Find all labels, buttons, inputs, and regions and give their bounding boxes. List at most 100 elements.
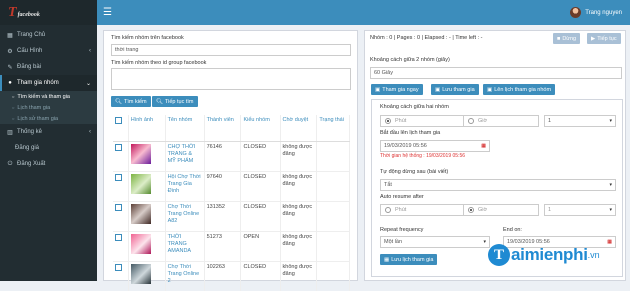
row-checkbox[interactable] <box>115 143 122 151</box>
autostop-select[interactable]: Tắt ▾ <box>380 179 616 191</box>
resume-button[interactable]: ▶ Tiếp tục <box>587 33 621 44</box>
between-count-value: 1 <box>548 118 552 124</box>
stop-icon: ■ <box>557 35 561 42</box>
system-time: Thời gian hệ thống : 19/03/2019 05:56 <box>380 153 466 159</box>
group-link[interactable]: Chợ Thời Trang Online A82 <box>168 204 200 224</box>
id-search-input[interactable] <box>111 68 351 90</box>
sidebar-subitem-history[interactable]: ○ Lịch sử tham gia <box>0 113 97 124</box>
between-label: Khoảng cách giữa hai nhóm <box>380 104 449 110</box>
sidebar-item-rate[interactable]: Đăng giá <box>0 140 97 156</box>
user-menu[interactable]: Trang nguyen <box>570 7 622 18</box>
row-checkbox[interactable] <box>115 263 122 271</box>
between-minute-input[interactable]: Phút <box>380 115 468 127</box>
continue-search-button[interactable]: 🔍︎ Tiếp tục tìm <box>152 96 198 107</box>
save-schedule-button[interactable]: ▦ Lưu lịch tham gia <box>380 254 438 265</box>
resume-hour-input[interactable]: Giờ <box>463 204 539 216</box>
start-datetime-input[interactable]: 19/03/2019 05:56 ▦ <box>380 140 490 152</box>
row-select-cell <box>113 260 129 291</box>
dashboard-icon: ▦ <box>7 32 13 39</box>
row-checkbox[interactable] <box>115 233 122 241</box>
save-join-button[interactable]: ▣ Lưu tham gia <box>431 84 479 95</box>
row-image-cell <box>128 140 166 171</box>
row-select-cell <box>113 200 129 231</box>
logo[interactable]: Tfacebook <box>0 0 97 25</box>
row-name-cell: CHỢ THỜI TRANG & MỸ PHẨM <box>165 140 205 171</box>
col-name[interactable]: Tên nhóm <box>165 115 205 142</box>
watermark-suffix: .vn <box>587 250 600 260</box>
sidebar-submenu: ○ Tìm kiếm và tham gia ○ Lịch tham gia ○ Lị… <box>0 91 97 124</box>
sidebar-subitem-search-join[interactable]: ○ Tìm kiếm và tham gia <box>0 91 97 102</box>
resume-count-select[interactable]: 1 ▾ <box>544 204 616 216</box>
interval-select[interactable]: 60 Giây <box>370 67 622 79</box>
group-link[interactable]: THỜI TRANG AMANDA <box>168 234 192 254</box>
resume-hour-radio[interactable] <box>468 207 474 213</box>
search-input[interactable]: thời trang <box>111 44 351 56</box>
group-thumbnail <box>130 143 151 164</box>
select-all-checkbox[interactable] <box>115 117 122 124</box>
col-status[interactable]: Trạng thái <box>316 115 350 142</box>
row-type: OPEN <box>240 230 281 261</box>
schedule-join-button[interactable]: ▣ Lên lịch tham gia nhóm <box>483 84 556 95</box>
schedule-join-label: Lên lịch tham gia nhóm <box>494 86 552 93</box>
repeat-label: Repeat frequency <box>380 227 424 233</box>
sidebar-item-logout[interactable]: ⏻ Đăng Xuất <box>0 156 97 172</box>
group-thumbnail <box>130 203 151 224</box>
chevron-down-icon: ⌄ <box>85 80 91 87</box>
between-minute-radio[interactable] <box>385 118 391 124</box>
menu-toggle-icon[interactable]: ☰ <box>103 7 112 18</box>
save-icon: ▣ <box>435 86 441 93</box>
sidebar-subitem-schedule[interactable]: ○ Lịch tham gia <box>0 102 97 113</box>
between-count-select[interactable]: 1 ▾ <box>544 115 616 127</box>
chart-icon: ▥ <box>7 129 13 136</box>
chevron-left-icon: ‹ <box>89 48 91 54</box>
repeat-value: Một lần <box>384 239 403 245</box>
calendar-icon[interactable]: ▦ <box>481 143 486 149</box>
sidebar-item-join-groups[interactable]: ● Tham gia nhóm ⌄ <box>0 75 97 91</box>
repeat-select[interactable]: Một lần ▾ <box>380 236 490 248</box>
between-hour-input[interactable]: Giờ <box>463 115 539 127</box>
row-checkbox[interactable] <box>115 203 122 211</box>
row-approval: không được đăng <box>280 170 318 201</box>
row-approval: không được đăng <box>280 230 318 261</box>
search-icon: 🔍︎ <box>115 98 122 105</box>
sidebar-item-posts[interactable]: ✎ Đăng bài <box>0 59 97 75</box>
sidebar-subitem-label: Lịch tham gia <box>17 104 51 111</box>
join-now-button[interactable]: ▣ Tham gia ngay <box>371 84 423 95</box>
col-image[interactable]: Hình ảnh <box>128 115 166 142</box>
search-button[interactable]: 🔍︎ Tìm kiếm <box>111 96 151 107</box>
sidebar-item-label: Tham gia nhóm <box>17 80 59 86</box>
between-hour-radio[interactable] <box>468 118 474 124</box>
col-members[interactable]: Thành viên <box>204 115 242 142</box>
search-button-label: Tìm kiếm <box>123 98 147 105</box>
row-select-cell <box>113 140 129 171</box>
user-name: Trang nguyen <box>585 9 622 16</box>
gear-icon: ⚙ <box>7 48 13 55</box>
sidebar-subitem-label: Tìm kiếm và tham gia <box>17 93 70 100</box>
sidebar-item-home[interactable]: ▦ Trang Chủ <box>0 27 97 43</box>
stop-button[interactable]: ■ Dừng <box>553 33 581 44</box>
row-checkbox[interactable] <box>115 173 122 181</box>
save-join-label: Lưu tham gia <box>442 86 475 93</box>
group-link[interactable]: Hội Chợ Thời Trang Gia Đình <box>168 174 201 194</box>
stop-label: Dừng <box>562 35 577 42</box>
resume-minute-radio[interactable] <box>385 207 391 213</box>
pencil-icon: ✎ <box>7 64 13 71</box>
col-approval[interactable]: Chờ duyệt <box>280 115 318 142</box>
col-type[interactable]: Kiểu nhóm <box>240 115 281 142</box>
circle-icon: ○ <box>12 94 15 99</box>
group-thumbnail <box>130 233 151 254</box>
table-row: Chợ Thời Trang Online A82 131352 CLOSED … <box>113 200 350 231</box>
calendar-icon[interactable]: ▦ <box>607 239 612 245</box>
sidebar-item-label: Cấu Hình <box>17 48 43 54</box>
sidebar-item-stats[interactable]: ▥ Thống kê ‹ <box>0 124 97 140</box>
sidebar-item-settings[interactable]: ⚙ Cấu Hình ‹ <box>0 43 97 59</box>
resume-minute-placeholder: Phút <box>395 207 407 213</box>
chevron-left-icon: ‹ <box>89 129 91 135</box>
row-status <box>316 230 350 261</box>
row-status <box>316 170 350 201</box>
circle-icon: ○ <box>12 116 15 121</box>
row-approval: không được đăng <box>280 200 318 231</box>
group-link[interactable]: CHỢ THỜI TRANG & MỸ PHẨM <box>168 144 196 164</box>
autostop-label: Tự động dừng sau (bài viết) <box>380 169 449 175</box>
resume-minute-input[interactable]: Phút <box>380 204 468 216</box>
